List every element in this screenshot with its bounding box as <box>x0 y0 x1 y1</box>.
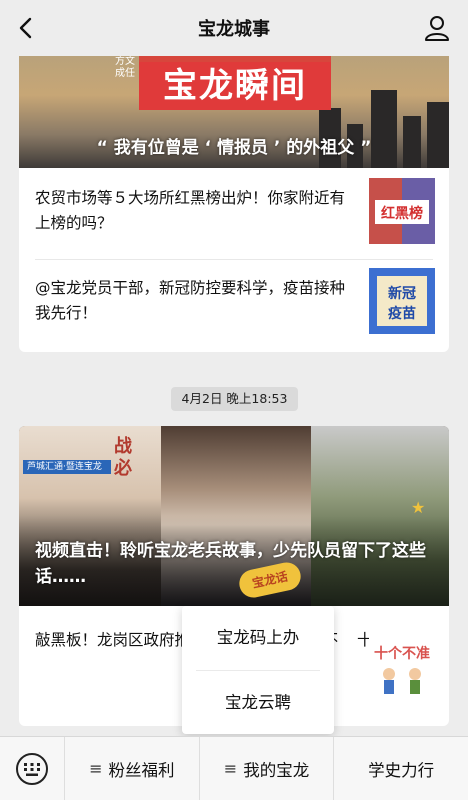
article-title: 农贸市场等５大场所红黑榜出炉！你家附近有上榜的吗？ <box>35 189 346 232</box>
keyboard-toggle-button[interactable] <box>0 737 64 800</box>
submenu-item-cloud-hiring[interactable]: 宝龙云聘 <box>182 671 334 735</box>
keyboard-icon <box>16 752 48 785</box>
submenu-item-code-service[interactable]: 宝龙码上办 <box>182 606 334 670</box>
article-hero-image[interactable]: 芦城汇通·暨连宝龙 战必 ★ 宝龙话 视频直击！聆听宝龙老兵故事，少先队员留下了… <box>19 426 449 606</box>
article-banner[interactable]: 方文成任 宝龙瞬间 “ 我有位曾是 ‘ 情报员 ’ 的外祖父 ” <box>19 56 449 168</box>
banner-caption: “ 我有位曾是 ‘ 情报员 ’ 的外祖父 ” <box>96 138 372 158</box>
article-card-1[interactable]: 方文成任 宝龙瞬间 “ 我有位曾是 ‘ 情报员 ’ 的外祖父 ” 农贸市场等５大… <box>19 56 449 352</box>
thumb-label: 十个不准 <box>374 645 430 662</box>
user-icon <box>425 16 449 41</box>
submenu-popup: 宝龙码上办 宝龙云聘 <box>182 606 334 734</box>
menu-my-baolong[interactable]: ≡ 我的宝龙 <box>198 736 334 800</box>
list-item[interactable]: 农贸市场等５大场所红黑榜出炉！你家附近有上榜的吗？ 红黑榜 <box>35 178 435 244</box>
banner-title: 宝龙瞬间 <box>139 62 331 110</box>
thumb-label: 红黑榜 <box>381 205 423 222</box>
list-item[interactable]: @宝龙党员干部，新冠防控要科学，疫苗接种我先行！ 新冠 疫苗 <box>35 268 435 334</box>
divider <box>35 259 433 260</box>
chevron-left-icon <box>19 17 32 39</box>
menu-history-study[interactable]: 学史力行 <box>333 736 468 800</box>
article-title: @宝龙党员干部，新冠防控要科学，疫苗接种我先行！ <box>35 279 346 322</box>
banner-side-text: 方文成任 <box>115 56 135 79</box>
vaccine-thumbnail: 新冠 疫苗 <box>369 268 435 334</box>
red-black-list-thumbnail: 红黑榜 <box>369 178 435 244</box>
back-button[interactable] <box>12 14 40 42</box>
star-icon: ★ <box>411 498 426 517</box>
hero-source-tag: 芦城汇通·暨连宝龙 <box>23 460 111 474</box>
bottom-menu-bar: ≡ 粉丝福利 ≡ 我的宝龙 学史力行 <box>0 736 468 800</box>
svg-text:疫苗: 疫苗 <box>388 305 416 322</box>
menu-label: 粉丝福利 <box>108 760 175 780</box>
svg-text:新冠: 新冠 <box>388 285 416 302</box>
message-timestamp: 4月2日 晚上18:53 <box>171 387 298 411</box>
profile-button[interactable] <box>422 13 452 43</box>
hero-side-text: 战必 <box>114 436 132 479</box>
hamburger-icon: ≡ <box>89 759 103 778</box>
hamburger-icon: ≡ <box>223 759 238 778</box>
page-title: 宝龙城事 <box>198 19 270 40</box>
menu-label: 我的宝龙 <box>243 760 310 780</box>
top-bar: 宝龙城事 <box>0 0 468 56</box>
menu-fan-benefits[interactable]: ≡ 粉丝福利 <box>64 736 199 800</box>
rules-thumbnail: 十个不准 <box>369 630 435 696</box>
menu-label: 学史力行 <box>368 760 435 780</box>
hero-caption: 视频直击！聆听宝龙老兵故事，少先队员留下了这些话…… <box>35 541 426 587</box>
